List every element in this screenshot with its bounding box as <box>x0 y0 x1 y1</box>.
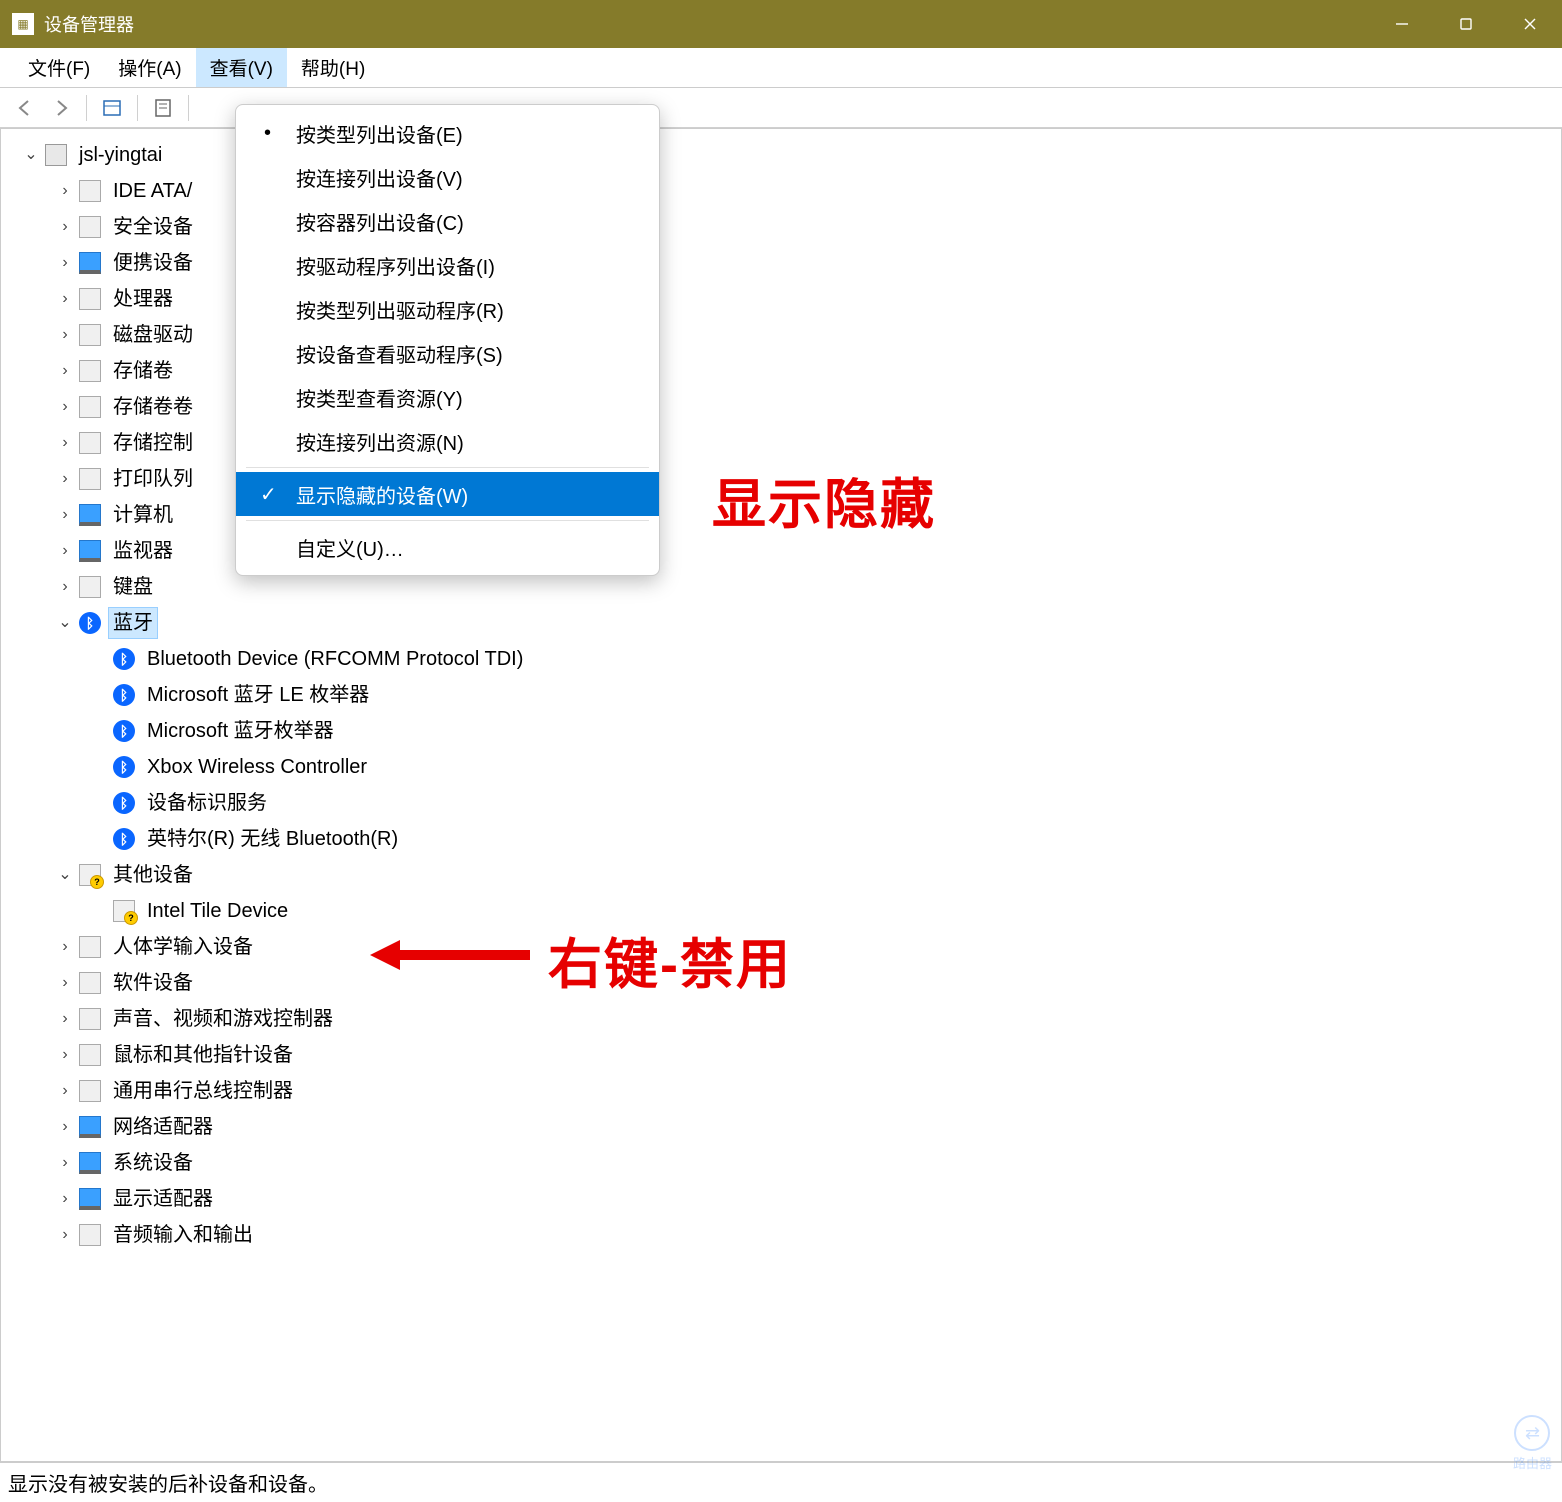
tree-mouse[interactable]: ›鼠标和其他指针设备 <box>55 1037 1561 1073</box>
tree-usb[interactable]: ›通用串行总线控制器 <box>55 1073 1561 1109</box>
bluetooth-icon: ᛒ <box>113 756 135 778</box>
minimize-button[interactable] <box>1370 0 1434 48</box>
dd-dev-by-type[interactable]: 按类型列出设备(E) <box>236 111 659 155</box>
bluetooth-icon: ᛒ <box>113 828 135 850</box>
sound-icon <box>79 1008 101 1030</box>
tree-network[interactable]: ›网络适配器 <box>55 1109 1561 1145</box>
computer-icon <box>45 144 67 166</box>
disk-icon <box>79 324 101 346</box>
unknown-device-icon <box>113 900 135 922</box>
menu-file[interactable]: 文件(F) <box>14 48 104 87</box>
volshadow-icon <box>79 396 101 418</box>
tree-hid[interactable]: ›人体学输入设备 <box>55 929 1561 965</box>
annotation-show-hidden: 显示隐藏 <box>712 460 936 539</box>
bluetooth-icon: ᛒ <box>113 720 135 742</box>
toolbar-properties-button[interactable] <box>146 93 180 123</box>
menu-view[interactable]: 查看(V) <box>196 48 287 87</box>
menu-action[interactable]: 操作(A) <box>104 48 195 87</box>
tree-intel-tile-device[interactable]: Intel Tile Device <box>89 893 1561 929</box>
cpu-icon <box>79 288 101 310</box>
bluetooth-icon: ᛒ <box>79 612 101 634</box>
storage-icon <box>79 432 101 454</box>
tree-display[interactable]: ›显示适配器 <box>55 1181 1561 1217</box>
watermark-text: 路由器 <box>1513 1453 1552 1472</box>
watermark-icon: ⇄ <box>1514 1415 1550 1451</box>
dd-drv-by-device[interactable]: 按设备查看驱动程序(S) <box>236 331 659 375</box>
usb-icon <box>79 1080 101 1102</box>
nav-back-button[interactable] <box>8 93 42 123</box>
watermark: ⇄ 路由器 <box>1513 1415 1552 1472</box>
tree-bt-msle[interactable]: ᛒMicrosoft 蓝牙 LE 枚举器 <box>89 677 1561 713</box>
maximize-button[interactable] <box>1434 0 1498 48</box>
printer-icon <box>79 468 101 490</box>
audio-icon <box>79 1224 101 1246</box>
system-icon <box>79 1152 101 1174</box>
bluetooth-icon: ᛒ <box>113 684 135 706</box>
display-icon <box>79 1188 101 1210</box>
keyboard-icon <box>79 576 101 598</box>
dd-res-by-type[interactable]: 按类型查看资源(Y) <box>236 375 659 419</box>
other-devices-icon <box>79 864 101 886</box>
window-titlebar: ▦ 设备管理器 <box>0 0 1562 48</box>
view-dropdown: 按类型列出设备(E) 按连接列出设备(V) 按容器列出设备(C) 按驱动程序列出… <box>235 104 660 576</box>
tree-bt-idservice[interactable]: ᛒ设备标识服务 <box>89 785 1561 821</box>
dd-dev-by-connection[interactable]: 按连接列出设备(V) <box>236 155 659 199</box>
portable-icon <box>79 252 101 274</box>
dd-show-hidden[interactable]: 显示隐藏的设备(W) <box>236 472 659 516</box>
tree-bt-rfcomm[interactable]: ᛒBluetooth Device (RFCOMM Protocol TDI) <box>89 641 1561 677</box>
statusbar: 显示没有被安装的后补设备和设备。 <box>0 1462 1562 1502</box>
hid-icon <box>79 936 101 958</box>
tree-bt-xbox[interactable]: ᛒXbox Wireless Controller <box>89 749 1561 785</box>
bluetooth-icon: ᛒ <box>113 792 135 814</box>
dd-drv-by-type[interactable]: 按类型列出驱动程序(R) <box>236 287 659 331</box>
dd-dev-by-driver[interactable]: 按驱动程序列出设备(I) <box>236 243 659 287</box>
ide-icon <box>79 180 101 202</box>
tree-bluetooth[interactable]: ⌄ᛒ蓝牙 <box>55 605 1561 641</box>
annotation-arrow-icon <box>370 930 540 980</box>
tree-sound[interactable]: ›声音、视频和游戏控制器 <box>55 1001 1561 1037</box>
security-icon <box>79 216 101 238</box>
annotation-right-click-disable: 右键-禁用 <box>548 920 792 999</box>
close-button[interactable] <box>1498 0 1562 48</box>
status-text: 显示没有被安装的后补设备和设备。 <box>8 1468 328 1497</box>
tree-softdev[interactable]: ›软件设备 <box>55 965 1561 1001</box>
dd-customize[interactable]: 自定义(U)… <box>236 525 659 569</box>
tree-bt-intel[interactable]: ᛒ英特尔(R) 无线 Bluetooth(R) <box>89 821 1561 857</box>
dd-dev-by-container[interactable]: 按容器列出设备(C) <box>236 199 659 243</box>
nav-forward-button[interactable] <box>44 93 78 123</box>
tree-system[interactable]: ›系统设备 <box>55 1145 1561 1181</box>
bluetooth-icon: ᛒ <box>113 648 135 670</box>
app-icon: ▦ <box>12 13 34 35</box>
mouse-icon <box>79 1044 101 1066</box>
network-icon <box>79 1116 101 1138</box>
computer-cat-icon <box>79 504 101 526</box>
tree-other[interactable]: ⌄其他设备 <box>55 857 1561 893</box>
menubar: 文件(F) 操作(A) 查看(V) 帮助(H) <box>0 48 1562 88</box>
monitor-icon <box>79 540 101 562</box>
volume-icon <box>79 360 101 382</box>
toolbar-console-button[interactable] <box>95 93 129 123</box>
window-title: 设备管理器 <box>44 11 1370 37</box>
menu-help[interactable]: 帮助(H) <box>287 48 379 87</box>
tree-audioio[interactable]: ›音频输入和输出 <box>55 1217 1561 1253</box>
dd-res-by-connection[interactable]: 按连接列出资源(N) <box>236 419 659 463</box>
tree-bt-msenum[interactable]: ᛒMicrosoft 蓝牙枚举器 <box>89 713 1561 749</box>
software-icon <box>79 972 101 994</box>
